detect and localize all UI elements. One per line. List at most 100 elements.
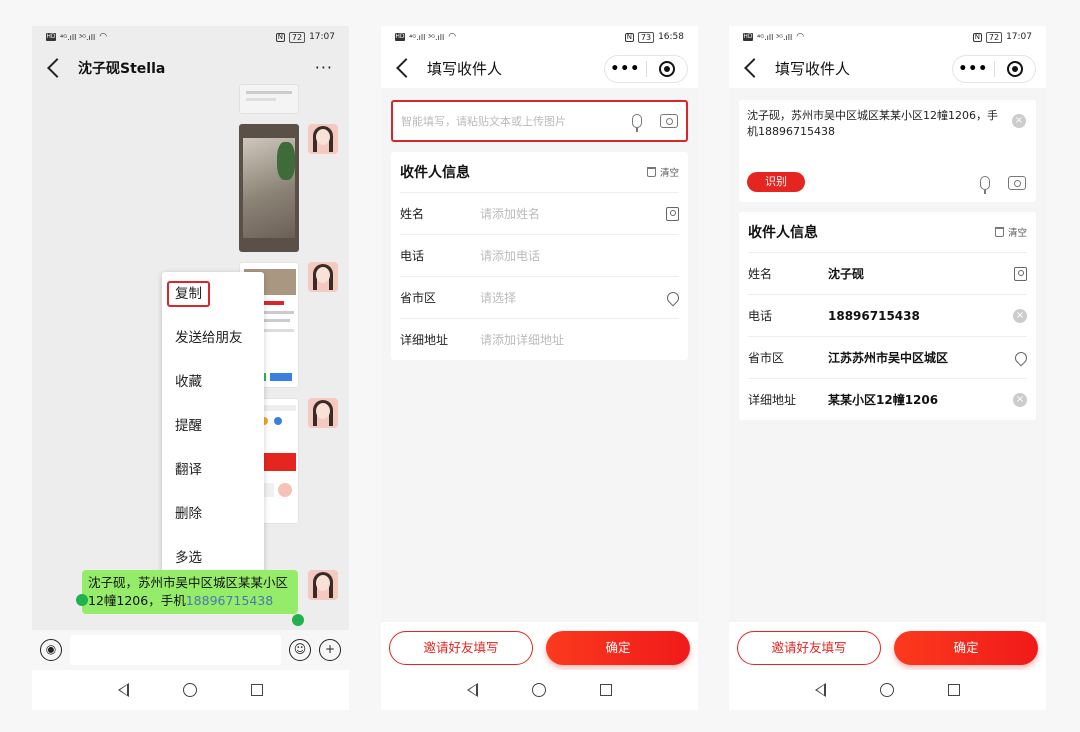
form-header: 填写收件人 ••• (381, 48, 698, 88)
phone-row[interactable]: 电话 请添加电话 (400, 234, 679, 276)
hd-icon: HD (46, 33, 56, 41)
status-bar: HD ⁴ᴳ.ıll ³ᴳ.ıll ◠ N 73 16:58 (381, 26, 698, 48)
confirm-button[interactable]: 确定 (546, 631, 690, 665)
smart-fill-input[interactable]: 智能填写，请粘贴文本或上传图片 (391, 100, 688, 142)
nfc-icon: N (624, 32, 634, 42)
clear-button[interactable]: 清空 (646, 165, 679, 179)
location-icon[interactable] (1012, 349, 1030, 366)
form-footer: 邀请好友填写 确定 (729, 622, 1046, 674)
microphone-icon[interactable] (632, 114, 642, 132)
region-row[interactable]: 省市区 请选择 (400, 276, 682, 318)
section-title: 收件人信息 (400, 165, 470, 181)
more-icon[interactable]: ••• (953, 55, 994, 83)
nav-home-icon[interactable] (880, 683, 894, 697)
more-icon[interactable]: ··· (315, 58, 333, 77)
hd-icon: HD (395, 33, 405, 41)
signal-icon: ⁴ᴳ.ıll ³ᴳ.ıll (60, 32, 96, 42)
region-select[interactable]: 江苏苏州市吴中区城区 (828, 349, 1015, 366)
clear-text-icon[interactable]: × (1012, 114, 1026, 128)
back-icon[interactable] (744, 58, 764, 78)
address-input[interactable]: 某某小区12幢1206 (828, 391, 1013, 408)
message-image[interactable] (239, 84, 299, 114)
region-row[interactable]: 省市区 江苏苏州市吴中区城区 (748, 336, 1030, 378)
nfc-icon: N (972, 32, 982, 42)
message-bubble[interactable]: 沈子砚，苏州市吴中区城区某某小区12幢1206，手机18896715438 (82, 570, 298, 614)
nav-recents-icon[interactable] (600, 684, 612, 696)
contact-book-icon[interactable] (666, 206, 679, 221)
camera-icon[interactable] (660, 114, 678, 128)
avatar[interactable] (308, 570, 338, 600)
invite-friend-button[interactable]: 邀请好友填写 (389, 631, 533, 665)
message-image[interactable] (239, 124, 299, 252)
menu-item-copy[interactable]: 复制 (162, 272, 264, 316)
nav-home-icon[interactable] (532, 683, 546, 697)
chat-header: 沈子砚Stella ··· (32, 48, 349, 88)
voice-icon[interactable]: ◉ (40, 639, 62, 661)
field-label: 电话 (748, 309, 773, 323)
name-input[interactable]: 沈子砚 (828, 265, 1014, 282)
wifi-icon: ◠ (99, 32, 108, 42)
back-icon[interactable] (47, 58, 67, 78)
nav-home-icon[interactable] (183, 683, 197, 697)
field-label: 省市区 (748, 351, 785, 365)
name-row[interactable]: 姓名 沈子砚 (748, 252, 1027, 294)
selection-handle-start[interactable] (76, 594, 88, 606)
wifi-icon: ◠ (448, 32, 457, 42)
clock: 16:58 (658, 32, 684, 42)
back-icon[interactable] (396, 58, 416, 78)
name-input[interactable]: 请添加姓名 (480, 205, 666, 222)
recipient-form-empty: HD ⁴ᴳ.ıll ³ᴳ.ıll ◠ N 73 16:58 填写收件人 ••• 智能填写… (381, 26, 698, 710)
message-input[interactable] (70, 635, 281, 665)
menu-item-favorite[interactable]: 收藏 (162, 360, 264, 404)
nav-back-icon[interactable] (467, 683, 478, 697)
region-select[interactable]: 请选择 (480, 289, 667, 306)
system-nav (729, 670, 1046, 710)
clear-field-icon[interactable]: × (1013, 392, 1027, 407)
recognize-button[interactable]: 识别 (747, 172, 805, 192)
camera-icon[interactable] (1008, 176, 1026, 190)
signal-icon: ⁴ᴳ.ıll ³ᴳ.ıll (757, 32, 793, 42)
confirm-button[interactable]: 确定 (894, 631, 1038, 665)
avatar[interactable] (308, 124, 338, 154)
invite-friend-button[interactable]: 邀请好友填写 (737, 631, 881, 665)
close-miniprogram-icon[interactable] (995, 61, 1036, 77)
message-phone-link[interactable]: 18896715438 (186, 593, 273, 608)
status-bar: HD ⁴ᴳ.ıll ³ᴳ.ıll ◠ N 72 17:07 (32, 26, 349, 48)
menu-item-remind[interactable]: 提醒 (162, 404, 264, 448)
menu-item-translate[interactable]: 翻译 (162, 448, 264, 492)
menu-item-delete[interactable]: 删除 (162, 492, 264, 536)
form-header: 填写收件人 ••• (729, 48, 1046, 88)
address-row[interactable]: 详细地址 某某小区12幢1206 × (748, 378, 1027, 420)
selection-handle-end[interactable] (292, 614, 304, 626)
phone-input[interactable]: 请添加电话 (480, 247, 679, 264)
phone-row[interactable]: 电话 18896715438 × (748, 294, 1027, 336)
more-icon[interactable]: ••• (605, 55, 646, 83)
avatar[interactable] (308, 262, 338, 292)
wifi-icon: ◠ (796, 32, 805, 42)
contact-book-icon[interactable] (1014, 266, 1027, 281)
nav-back-icon[interactable] (815, 683, 826, 697)
phone-input[interactable]: 18896715438 (828, 309, 1013, 323)
emoji-icon[interactable]: ☺ (289, 639, 311, 661)
address-input[interactable]: 请添加详细地址 (480, 331, 679, 348)
nav-recents-icon[interactable] (251, 684, 263, 696)
chat-screen: HD ⁴ᴳ.ıll ³ᴳ.ıll ◠ N 72 17:07 沈子砚Stella ··· (32, 26, 349, 710)
battery-level: 73 (637, 31, 655, 43)
clear-button[interactable]: 清空 (994, 225, 1027, 239)
status-bar: HD ⁴ᴳ.ıll ³ᴳ.ıll ◠ N 72 17:07 (729, 26, 1046, 48)
contact-name: 沈子砚Stella (78, 61, 166, 77)
plus-icon[interactable]: + (319, 639, 341, 661)
microphone-icon[interactable] (980, 176, 990, 194)
nav-recents-icon[interactable] (948, 684, 960, 696)
nav-back-icon[interactable] (118, 683, 129, 697)
address-row[interactable]: 详细地址 请添加详细地址 (400, 318, 679, 360)
field-label: 电话 (400, 249, 425, 263)
name-row[interactable]: 姓名 请添加姓名 (400, 192, 679, 234)
close-miniprogram-icon[interactable] (647, 61, 688, 77)
smart-fill-textarea[interactable]: 沈子砚，苏州市吴中区城区某某小区12幢1206，手机18896715438 × … (739, 100, 1036, 202)
menu-item-forward[interactable]: 发送给朋友 (162, 316, 264, 360)
page-title: 填写收件人 (427, 59, 503, 78)
avatar[interactable] (308, 398, 338, 428)
clear-field-icon[interactable]: × (1013, 308, 1027, 323)
location-icon[interactable] (664, 289, 682, 306)
